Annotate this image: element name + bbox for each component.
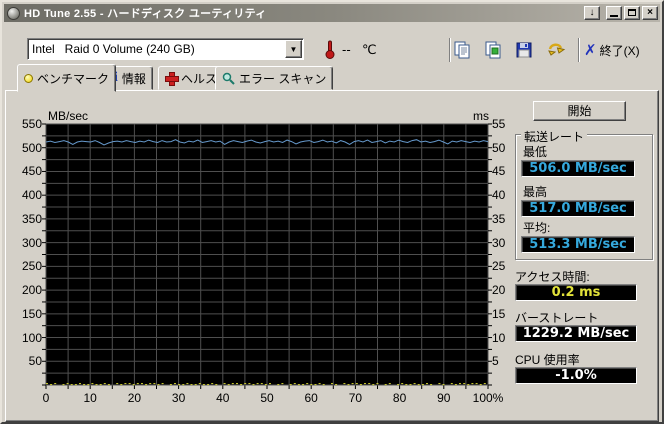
tab-health-label: ヘルス bbox=[181, 71, 218, 86]
drive-select-value: Intel Raid 0 Volume (240 GB) bbox=[32, 42, 195, 56]
burst-rate-value: 1229.2 MB/sec bbox=[515, 325, 637, 342]
close-button[interactable]: × bbox=[642, 6, 658, 20]
save-button[interactable] bbox=[512, 38, 536, 62]
axis-tick-label: 25 bbox=[492, 259, 506, 274]
copy-image-icon bbox=[485, 41, 501, 59]
copy-icon bbox=[454, 41, 470, 59]
exit-label: 終了(X) bbox=[599, 43, 640, 58]
axis-tick-label: 40 bbox=[492, 188, 506, 203]
exit-x-icon: ✗ bbox=[584, 42, 597, 59]
benchmark-page: MB/sec ms 550 500 450 400 350 300 250 200 150 100… bbox=[5, 90, 659, 422]
axis-tick-label: 450 bbox=[21, 164, 42, 179]
axis-tick-label: 200 bbox=[21, 283, 42, 298]
tab-error-scan-label: エラー スキャン bbox=[239, 71, 327, 86]
toolbar: Intel Raid 0 Volume (240 GB) ▼ -- ℃ ✗ 終了… bbox=[2, 24, 662, 64]
tab-benchmark[interactable]: ベンチマーク bbox=[17, 64, 117, 92]
hdtune-window: HD Tune 2.55 - ハードディスク ユーティリティ ↓ × Intel… bbox=[0, 0, 664, 424]
temperature-value: -- bbox=[342, 42, 351, 57]
toolbar-separator bbox=[578, 38, 580, 62]
minimize-button[interactable] bbox=[606, 6, 622, 20]
axis-tick-label: 30 bbox=[492, 235, 506, 250]
axis-tick-label: 500 bbox=[21, 140, 42, 155]
burst-rate-label: バーストレート bbox=[515, 311, 599, 325]
max-value: 517.0 MB/sec bbox=[521, 200, 635, 217]
minimize-icon bbox=[610, 15, 618, 17]
lightbulb-icon bbox=[24, 73, 33, 83]
titlebar-down-arrow-button[interactable]: ↓ bbox=[584, 6, 600, 20]
axis-tick-label: 55 bbox=[492, 117, 506, 131]
tabstrip: ベンチマーク i 情報 ヘルス エラー スキャン bbox=[2, 64, 662, 92]
axis-tick-label: 300 bbox=[21, 235, 42, 250]
window-title: HD Tune 2.55 - ハードディスク ユーティリティ bbox=[24, 8, 267, 20]
chevron-down-icon[interactable]: ▼ bbox=[285, 40, 302, 58]
avg-value: 513.3 MB/sec bbox=[521, 236, 635, 253]
axis-tick-label: 45 bbox=[492, 164, 506, 179]
axis-tick-label: 100 bbox=[21, 330, 42, 345]
benchmark-chart bbox=[40, 123, 494, 397]
tab-benchmark-label: ベンチマーク bbox=[37, 71, 110, 86]
axis-tick-label: 150 bbox=[21, 306, 42, 321]
axis-tick-label: 15 bbox=[492, 306, 506, 321]
tab-error-scan[interactable]: エラー スキャン bbox=[215, 66, 334, 90]
magnifier-icon bbox=[222, 72, 235, 85]
min-label: 最低 bbox=[523, 145, 548, 159]
max-label: 最高 bbox=[523, 185, 548, 199]
cpu-usage-label: CPU 使用率 bbox=[515, 353, 580, 367]
maximize-button[interactable] bbox=[624, 6, 640, 20]
health-cross-icon bbox=[165, 72, 179, 86]
thermometer-icon bbox=[324, 39, 336, 59]
min-value: 506.0 MB/sec bbox=[521, 160, 635, 177]
axis-tick-label: 35 bbox=[492, 211, 506, 226]
axis-tick-label: 400 bbox=[21, 188, 42, 203]
access-time-label: アクセス時間: bbox=[515, 270, 590, 284]
copy-text-button[interactable] bbox=[450, 38, 474, 62]
maximize-icon bbox=[628, 9, 636, 16]
axis-tick-label: 550 bbox=[21, 117, 42, 131]
axis-tick-label: 350 bbox=[21, 211, 42, 226]
titlebar: HD Tune 2.55 - ハードディスク ユーティリティ ↓ × bbox=[4, 4, 660, 22]
axis-tick-label: 10 bbox=[492, 330, 506, 345]
axis-tick-label: 50 bbox=[492, 140, 506, 155]
axis-tick-label: 250 bbox=[21, 259, 42, 274]
avg-label: 平均: bbox=[523, 221, 551, 235]
temperature-unit: ℃ bbox=[362, 42, 377, 57]
copy-image-button[interactable] bbox=[481, 38, 505, 62]
drive-select[interactable]: Intel Raid 0 Volume (240 GB) ▼ bbox=[27, 38, 304, 60]
exit-button[interactable]: ✗ 終了(X) bbox=[584, 39, 640, 61]
right-axis-unit: ms bbox=[473, 109, 489, 123]
save-icon bbox=[516, 42, 532, 58]
update-check-button[interactable] bbox=[544, 38, 568, 62]
axis-tick-label: 50 bbox=[28, 354, 42, 369]
cpu-usage-value: -1.0% bbox=[515, 367, 637, 384]
axis-tick-label: 20 bbox=[492, 283, 506, 298]
app-icon bbox=[7, 6, 20, 20]
tab-info-label: 情報 bbox=[121, 71, 146, 86]
update-arrow-icon bbox=[548, 43, 566, 56]
start-button[interactable]: 開始 bbox=[533, 101, 626, 121]
access-time-value: 0.2 ms bbox=[515, 284, 637, 301]
left-axis-unit: MB/sec bbox=[48, 109, 89, 123]
